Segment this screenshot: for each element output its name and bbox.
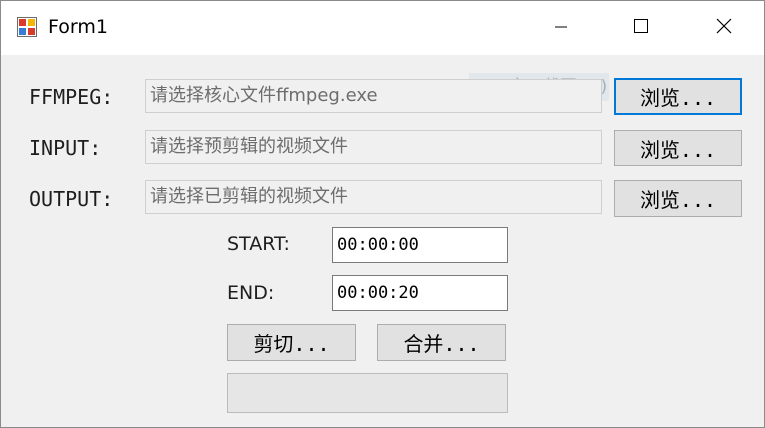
close-button[interactable] [684, 1, 764, 55]
minimize-icon [554, 19, 568, 38]
input-browse-button[interactable]: 浏览... [614, 130, 742, 166]
ffmpeg-path-field[interactable]: 请选择核心文件ffmpeg.exe [145, 79, 602, 113]
maximize-icon [633, 18, 649, 38]
start-label: START: [227, 233, 290, 255]
input-label: INPUT: [29, 136, 102, 160]
merge-button[interactable]: 合并... [377, 324, 506, 361]
window-title: Form1 [48, 16, 108, 38]
output-path-field[interactable]: 请选择已剪辑的视频文件 [145, 180, 602, 214]
ffmpeg-browse-button[interactable]: 浏览... [614, 78, 742, 115]
output-label: OUTPUT: [29, 187, 114, 211]
cut-button[interactable]: 剪切... [227, 324, 356, 361]
form-app-icon [17, 17, 37, 37]
maximize-button[interactable] [601, 1, 681, 55]
title-bar[interactable]: Form1 [1, 1, 764, 55]
close-icon [716, 18, 732, 38]
output-browse-button[interactable]: 浏览... [614, 180, 742, 217]
form1-window: Form1 窗口截图(W) FFMPEG: 请选择核心文件ffmpeg.exe … [0, 0, 765, 428]
input-path-field[interactable]: 请选择预剪辑的视频文件 [145, 130, 602, 164]
minimize-button[interactable] [521, 1, 601, 55]
start-time-input[interactable] [332, 227, 508, 263]
progress-bar [227, 373, 508, 413]
end-label: END: [227, 282, 275, 304]
ffmpeg-label: FFMPEG: [29, 85, 114, 109]
end-time-input[interactable] [332, 275, 508, 311]
